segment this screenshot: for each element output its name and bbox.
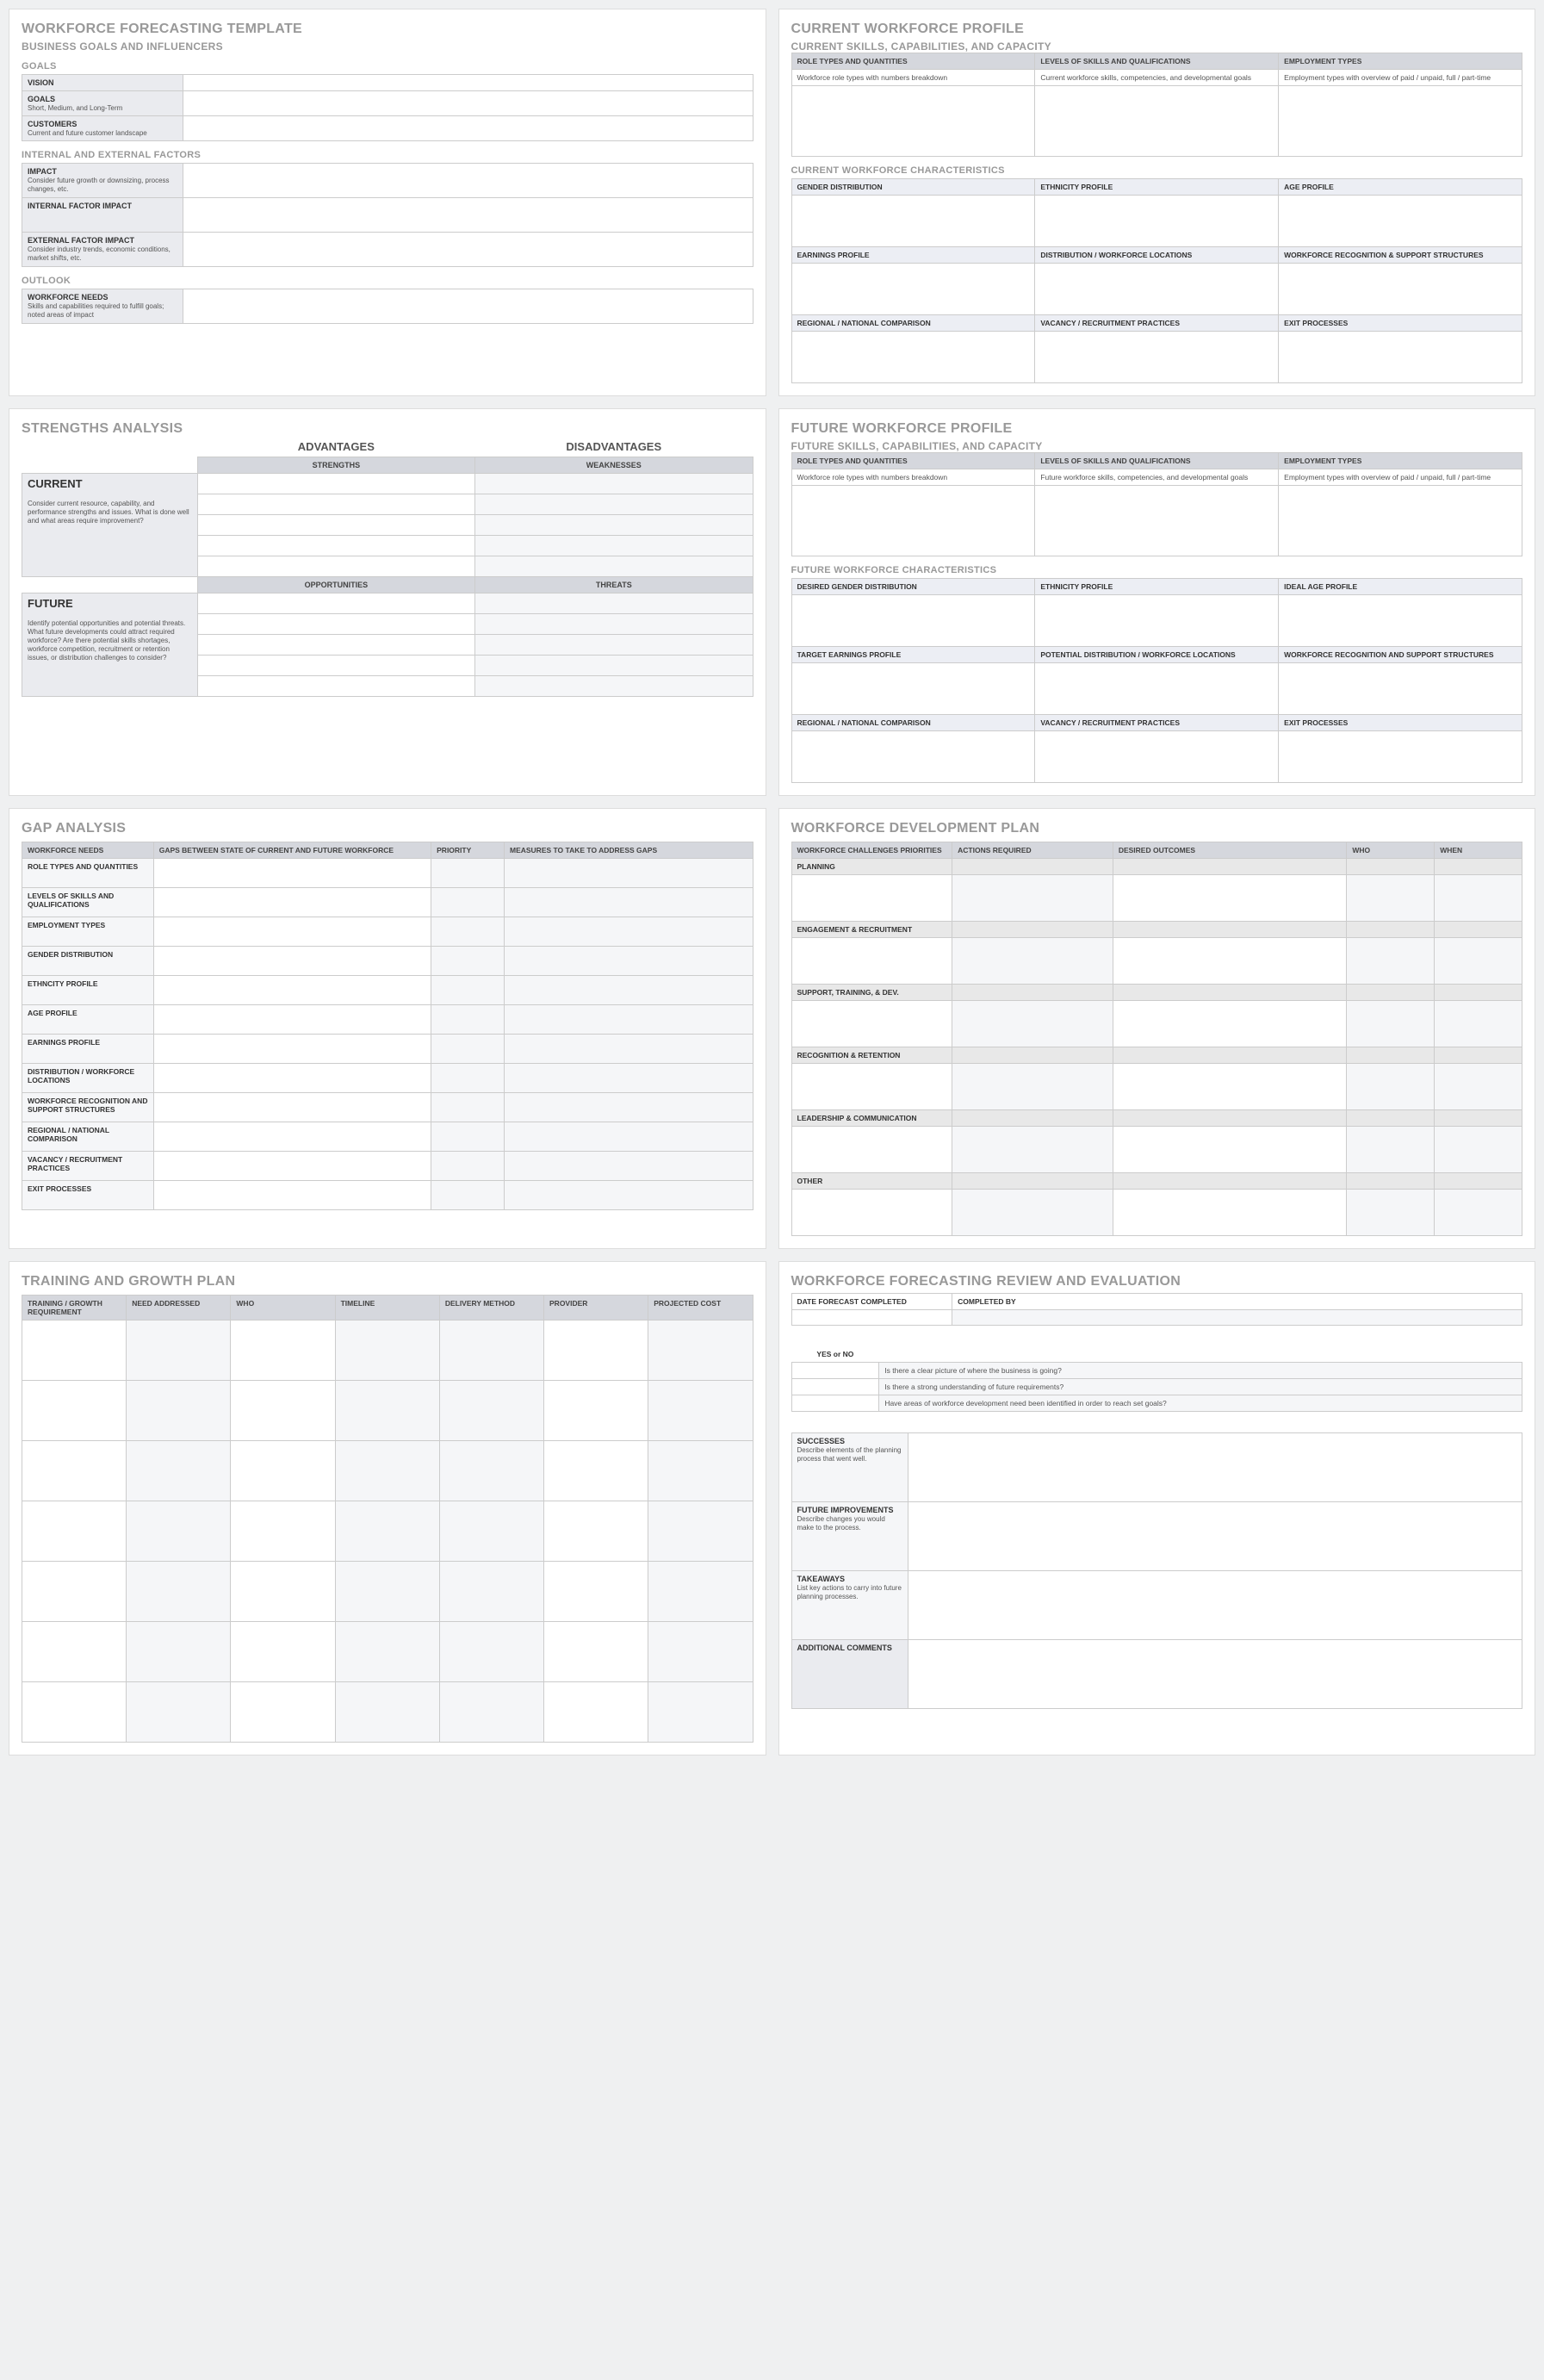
dev-plan-panel: WORKFORCE DEVELOPMENT PLAN WORKFORCE CHA…: [778, 808, 1536, 1249]
dev-plan-table: WORKFORCE CHALLENGES PRIORITIESACTIONS R…: [791, 842, 1523, 1236]
section-subtitle: CURRENT SKILLS, CAPABILITIES, AND CAPACI…: [791, 40, 1523, 53]
characteristics-header: CURRENT WORKFORCE CHARACTERISTICS: [791, 165, 1523, 176]
goals-table: VISION GOALSShort, Medium, and Long-Term…: [22, 74, 753, 141]
review-panel: WORKFORCE FORECASTING REVIEW AND EVALUAT…: [778, 1261, 1536, 1755]
section-title: FUTURE WORKFORCE PROFILE: [791, 421, 1523, 437]
training-plan-panel: TRAINING AND GROWTH PLAN TRAINING / GROW…: [9, 1261, 766, 1755]
section-title: WORKFORCE FORECASTING REVIEW AND EVALUAT…: [791, 1274, 1523, 1289]
review-notes-table: SUCCESSESDescribe elements of the planni…: [791, 1432, 1523, 1709]
future-profile-panel: FUTURE WORKFORCE PROFILE FUTURE SKILLS, …: [778, 408, 1536, 796]
swot-table: ADVANTAGESDISADVANTAGES STRENGTHSWEAKNES…: [22, 437, 753, 697]
section-title: WORKFORCE DEVELOPMENT PLAN: [791, 821, 1523, 836]
gap-analysis-panel: GAP ANALYSIS WORKFORCE NEEDSGAPS BETWEEN…: [9, 808, 766, 1249]
goals-header: GOALS: [22, 61, 753, 71]
characteristics-grid: GENDER DISTRIBUTIONETHNICITY PROFILEAGE …: [791, 178, 1523, 383]
factors-header: INTERNAL AND EXTERNAL FACTORS: [22, 150, 753, 160]
current-profile-panel: CURRENT WORKFORCE PROFILE CURRENT SKILLS…: [778, 9, 1536, 396]
section-title: STRENGTHS ANALYSIS: [22, 421, 753, 437]
yesno-table: YES or NO Is there a clear picture of wh…: [791, 1346, 1523, 1412]
page-title: WORKFORCE FORECASTING TEMPLATE: [22, 22, 753, 37]
completion-table: DATE FORECAST COMPLETEDCOMPLETED BY: [791, 1293, 1523, 1326]
gap-table: WORKFORCE NEEDSGAPS BETWEEN STATE OF CUR…: [22, 842, 753, 1210]
future-characteristics-grid: DESIRED GENDER DISTRIBUTIONETHNICITY PRO…: [791, 578, 1523, 783]
outlook-table: WORKFORCE NEEDSSkills and capabilities r…: [22, 289, 753, 324]
future-characteristics-header: FUTURE WORKFORCE CHARACTERISTICS: [791, 565, 1523, 575]
section-title: TRAINING AND GROWTH PLAN: [22, 1274, 753, 1289]
training-table: TRAINING / GROWTH REQUIREMENTNEED ADDRES…: [22, 1295, 753, 1743]
factors-table: IMPACTConsider future growth or downsizi…: [22, 163, 753, 267]
strengths-panel: STRENGTHS ANALYSIS ADVANTAGESDISADVANTAG…: [9, 408, 766, 796]
business-goals-panel: WORKFORCE FORECASTING TEMPLATE BUSINESS …: [9, 9, 766, 396]
section-subtitle: FUTURE SKILLS, CAPABILITIES, AND CAPACIT…: [791, 440, 1523, 452]
skills-table: ROLE TYPES AND QUANTITIESLEVELS OF SKILL…: [791, 53, 1523, 157]
section-title: CURRENT WORKFORCE PROFILE: [791, 22, 1523, 37]
future-skills-table: ROLE TYPES AND QUANTITIESLEVELS OF SKILL…: [791, 452, 1523, 556]
section-title: GAP ANALYSIS: [22, 821, 753, 836]
outlook-header: OUTLOOK: [22, 276, 753, 286]
section-subtitle: BUSINESS GOALS AND INFLUENCERS: [22, 40, 753, 53]
